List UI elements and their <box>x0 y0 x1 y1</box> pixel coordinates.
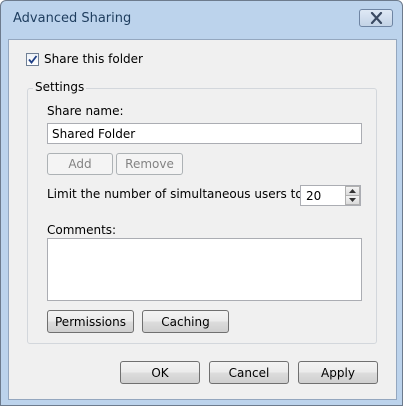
comments-label: Comments: <box>47 223 117 237</box>
spinner-buttons <box>345 186 360 205</box>
caching-button[interactable]: Caching <box>142 310 229 333</box>
settings-group: Settings Share name: Add Remove Limit th… <box>27 80 377 344</box>
close-button[interactable] <box>359 9 393 27</box>
spin-down-button[interactable] <box>345 195 360 205</box>
share-folder-checkbox[interactable] <box>26 53 39 66</box>
share-name-label: Share name: <box>47 104 124 118</box>
window-title: Advanced Sharing <box>13 11 132 26</box>
cancel-button[interactable]: Cancel <box>209 361 289 384</box>
user-limit-spinner[interactable]: 20 <box>300 185 361 206</box>
settings-group-label: Settings <box>33 80 87 94</box>
user-limit-value[interactable]: 20 <box>306 189 321 203</box>
share-folder-label[interactable]: Share this folder <box>44 52 143 66</box>
add-button[interactable]: Add <box>47 153 113 175</box>
apply-button[interactable]: Apply <box>298 361 378 384</box>
ok-button[interactable]: OK <box>120 361 200 384</box>
remove-button[interactable]: Remove <box>116 153 183 175</box>
dialog-content: Share this folder Settings Share name: A… <box>8 39 397 400</box>
permissions-button[interactable]: Permissions <box>47 310 134 333</box>
comments-textarea[interactable] <box>47 238 362 301</box>
title-bar[interactable]: Advanced Sharing <box>1 1 402 39</box>
share-name-input[interactable] <box>47 123 362 144</box>
user-limit-label: Limit the number of simultaneous users t… <box>47 187 307 201</box>
advanced-sharing-dialog: Advanced Sharing Share this folder Setti… <box>0 0 403 406</box>
